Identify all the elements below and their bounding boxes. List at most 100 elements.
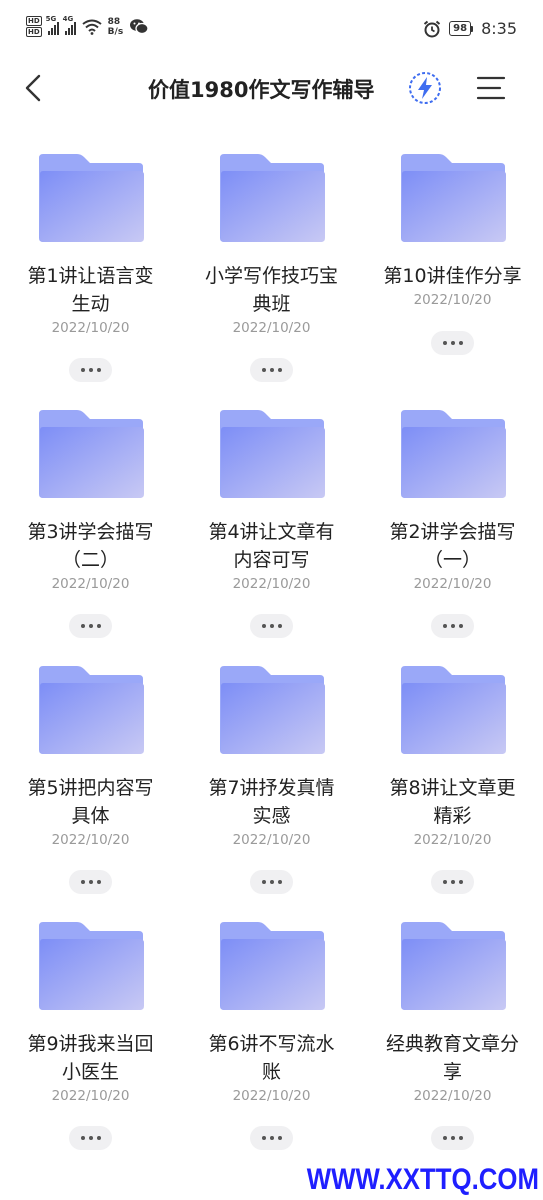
quick-action-button[interactable] [408, 71, 442, 105]
dot-icon [442, 1136, 447, 1140]
status-left: HD HD 5G 4G 88 B/s [26, 15, 149, 37]
folder-name: 经典教育文章分享 [372, 1030, 533, 1086]
dot-icon [458, 880, 463, 884]
dot-icon [80, 368, 85, 372]
folder-item[interactable]: 第5讲把内容写 具体 2022/10/20 [0, 662, 181, 918]
dot-icon [88, 880, 93, 884]
folder-date: 2022/10/20 [51, 1088, 130, 1104]
folder-name-line2: 享 [442, 1061, 462, 1083]
more-options-button[interactable] [69, 358, 112, 382]
folder-name-line1: 第10讲佳作分享 [383, 265, 522, 287]
dot-icon [277, 624, 282, 628]
more-options-button[interactable] [431, 614, 474, 638]
folder-icon [220, 922, 325, 1010]
dot-icon [96, 624, 101, 628]
folder-name: 第6讲不写流水账 [191, 1030, 352, 1086]
dot-icon [269, 368, 274, 372]
folder-icon [401, 666, 506, 754]
dot-icon [96, 368, 101, 372]
alarm-icon [424, 20, 441, 37]
net-speed: 88 B/s [108, 17, 124, 37]
dot-icon [261, 880, 266, 884]
dot-icon [96, 1136, 101, 1140]
more-options-button[interactable] [250, 870, 293, 894]
more-options-button[interactable] [250, 614, 293, 638]
dot-icon [261, 1136, 266, 1140]
more-options-button[interactable] [431, 1126, 474, 1150]
folder-name-line1: 第5讲把内容写 [27, 777, 154, 799]
dot-icon [277, 1136, 282, 1140]
folder-name-line1: 第8讲让文章更 [389, 777, 516, 799]
dot-icon [261, 368, 266, 372]
more-options-button[interactable] [250, 1126, 293, 1150]
battery-icon: 98 [449, 21, 474, 36]
more-options-button[interactable] [431, 870, 474, 894]
wifi-icon [82, 19, 102, 35]
more-options-button[interactable] [250, 358, 293, 382]
dot-icon [277, 880, 282, 884]
folder-item[interactable]: 小学写作技巧宝 典班 2022/10/20 [181, 150, 362, 406]
dot-icon [277, 368, 282, 372]
dot-icon [458, 624, 463, 628]
folder-item[interactable]: 第7讲抒发真情 实感 2022/10/20 [181, 662, 362, 918]
dot-icon [88, 368, 93, 372]
folder-name: 第10讲佳作分享 [372, 262, 533, 290]
folder-item[interactable]: 第8讲让文章更 精彩 2022/10/20 [362, 662, 543, 918]
folder-date: 2022/10/20 [232, 320, 311, 336]
folder-icon [220, 154, 325, 242]
dot-icon [80, 1136, 85, 1140]
folder-item[interactable]: 经典教育文章分享 2022/10/20 [362, 918, 543, 1174]
app-header: 价值1980作文写作辅导 [0, 60, 543, 116]
dot-icon [442, 341, 447, 345]
more-options-button[interactable] [69, 870, 112, 894]
dot-icon [80, 624, 85, 628]
hd-icon: HD HD [26, 16, 42, 37]
back-button[interactable] [18, 72, 50, 104]
back-arrow-icon [25, 74, 41, 102]
folder-name-line1: 经典教育文章分 [385, 1033, 519, 1055]
folder-name: 第4讲让文章有 内容可写 [191, 518, 352, 574]
more-options-button[interactable] [69, 1126, 112, 1150]
clock-time: 8:35 [481, 19, 517, 38]
signal-label-2: 4G [62, 14, 74, 23]
lightning-icon [409, 72, 441, 104]
folder-date: 2022/10/20 [413, 832, 492, 848]
signal-icon-2: 4G [63, 15, 76, 35]
folder-name-line1: 第2讲学会描写 [389, 521, 516, 543]
dot-icon [80, 880, 85, 884]
folder-icon [39, 410, 144, 498]
folder-name: 第3讲学会描写 （二） [10, 518, 171, 574]
folder-item[interactable]: 第3讲学会描写 （二） 2022/10/20 [0, 406, 181, 662]
folder-name-line1: 第4讲让文章有 [208, 521, 335, 543]
dot-icon [269, 880, 274, 884]
folder-item[interactable]: 第9讲我来当回 小医生 2022/10/20 [0, 918, 181, 1174]
folder-name-line2: 生动 [71, 293, 110, 315]
more-options-button[interactable] [69, 614, 112, 638]
menu-button[interactable] [474, 72, 508, 104]
battery-level: 98 [449, 21, 472, 36]
net-speed-unit: B/s [107, 26, 124, 37]
folder-item[interactable]: 第4讲让文章有 内容可写 2022/10/20 [181, 406, 362, 662]
folder-name: 第8讲让文章更 精彩 [372, 774, 533, 830]
folder-item[interactable]: 第2讲学会描写 （一） 2022/10/20 [362, 406, 543, 662]
folder-name-line2: （一） [423, 549, 481, 571]
wechat-icon [130, 19, 149, 35]
folder-date: 2022/10/20 [232, 576, 311, 592]
folder-icon [220, 410, 325, 498]
folder-item[interactable]: 第1讲让语言变 生动 2022/10/20 [0, 150, 181, 406]
more-options-button[interactable] [431, 331, 474, 355]
folder-name: 小学写作技巧宝 典班 [191, 262, 352, 318]
watermark: WWW.XXTTQ.COM [306, 1163, 539, 1196]
folder-name-line2: （二） [61, 549, 119, 571]
net-speed-value: 88 [107, 16, 121, 27]
folder-name-line2: 账 [261, 1061, 281, 1083]
dot-icon [442, 624, 447, 628]
dot-icon [450, 1136, 455, 1140]
folder-icon [401, 410, 506, 498]
folder-item[interactable]: 第10讲佳作分享 2022/10/20 [362, 150, 543, 406]
folder-date: 2022/10/20 [232, 832, 311, 848]
folder-date: 2022/10/20 [413, 1088, 492, 1104]
folder-item[interactable]: 第6讲不写流水账 2022/10/20 [181, 918, 362, 1174]
folder-name: 第7讲抒发真情 实感 [191, 774, 352, 830]
folder-name-line2: 典班 [252, 293, 291, 315]
